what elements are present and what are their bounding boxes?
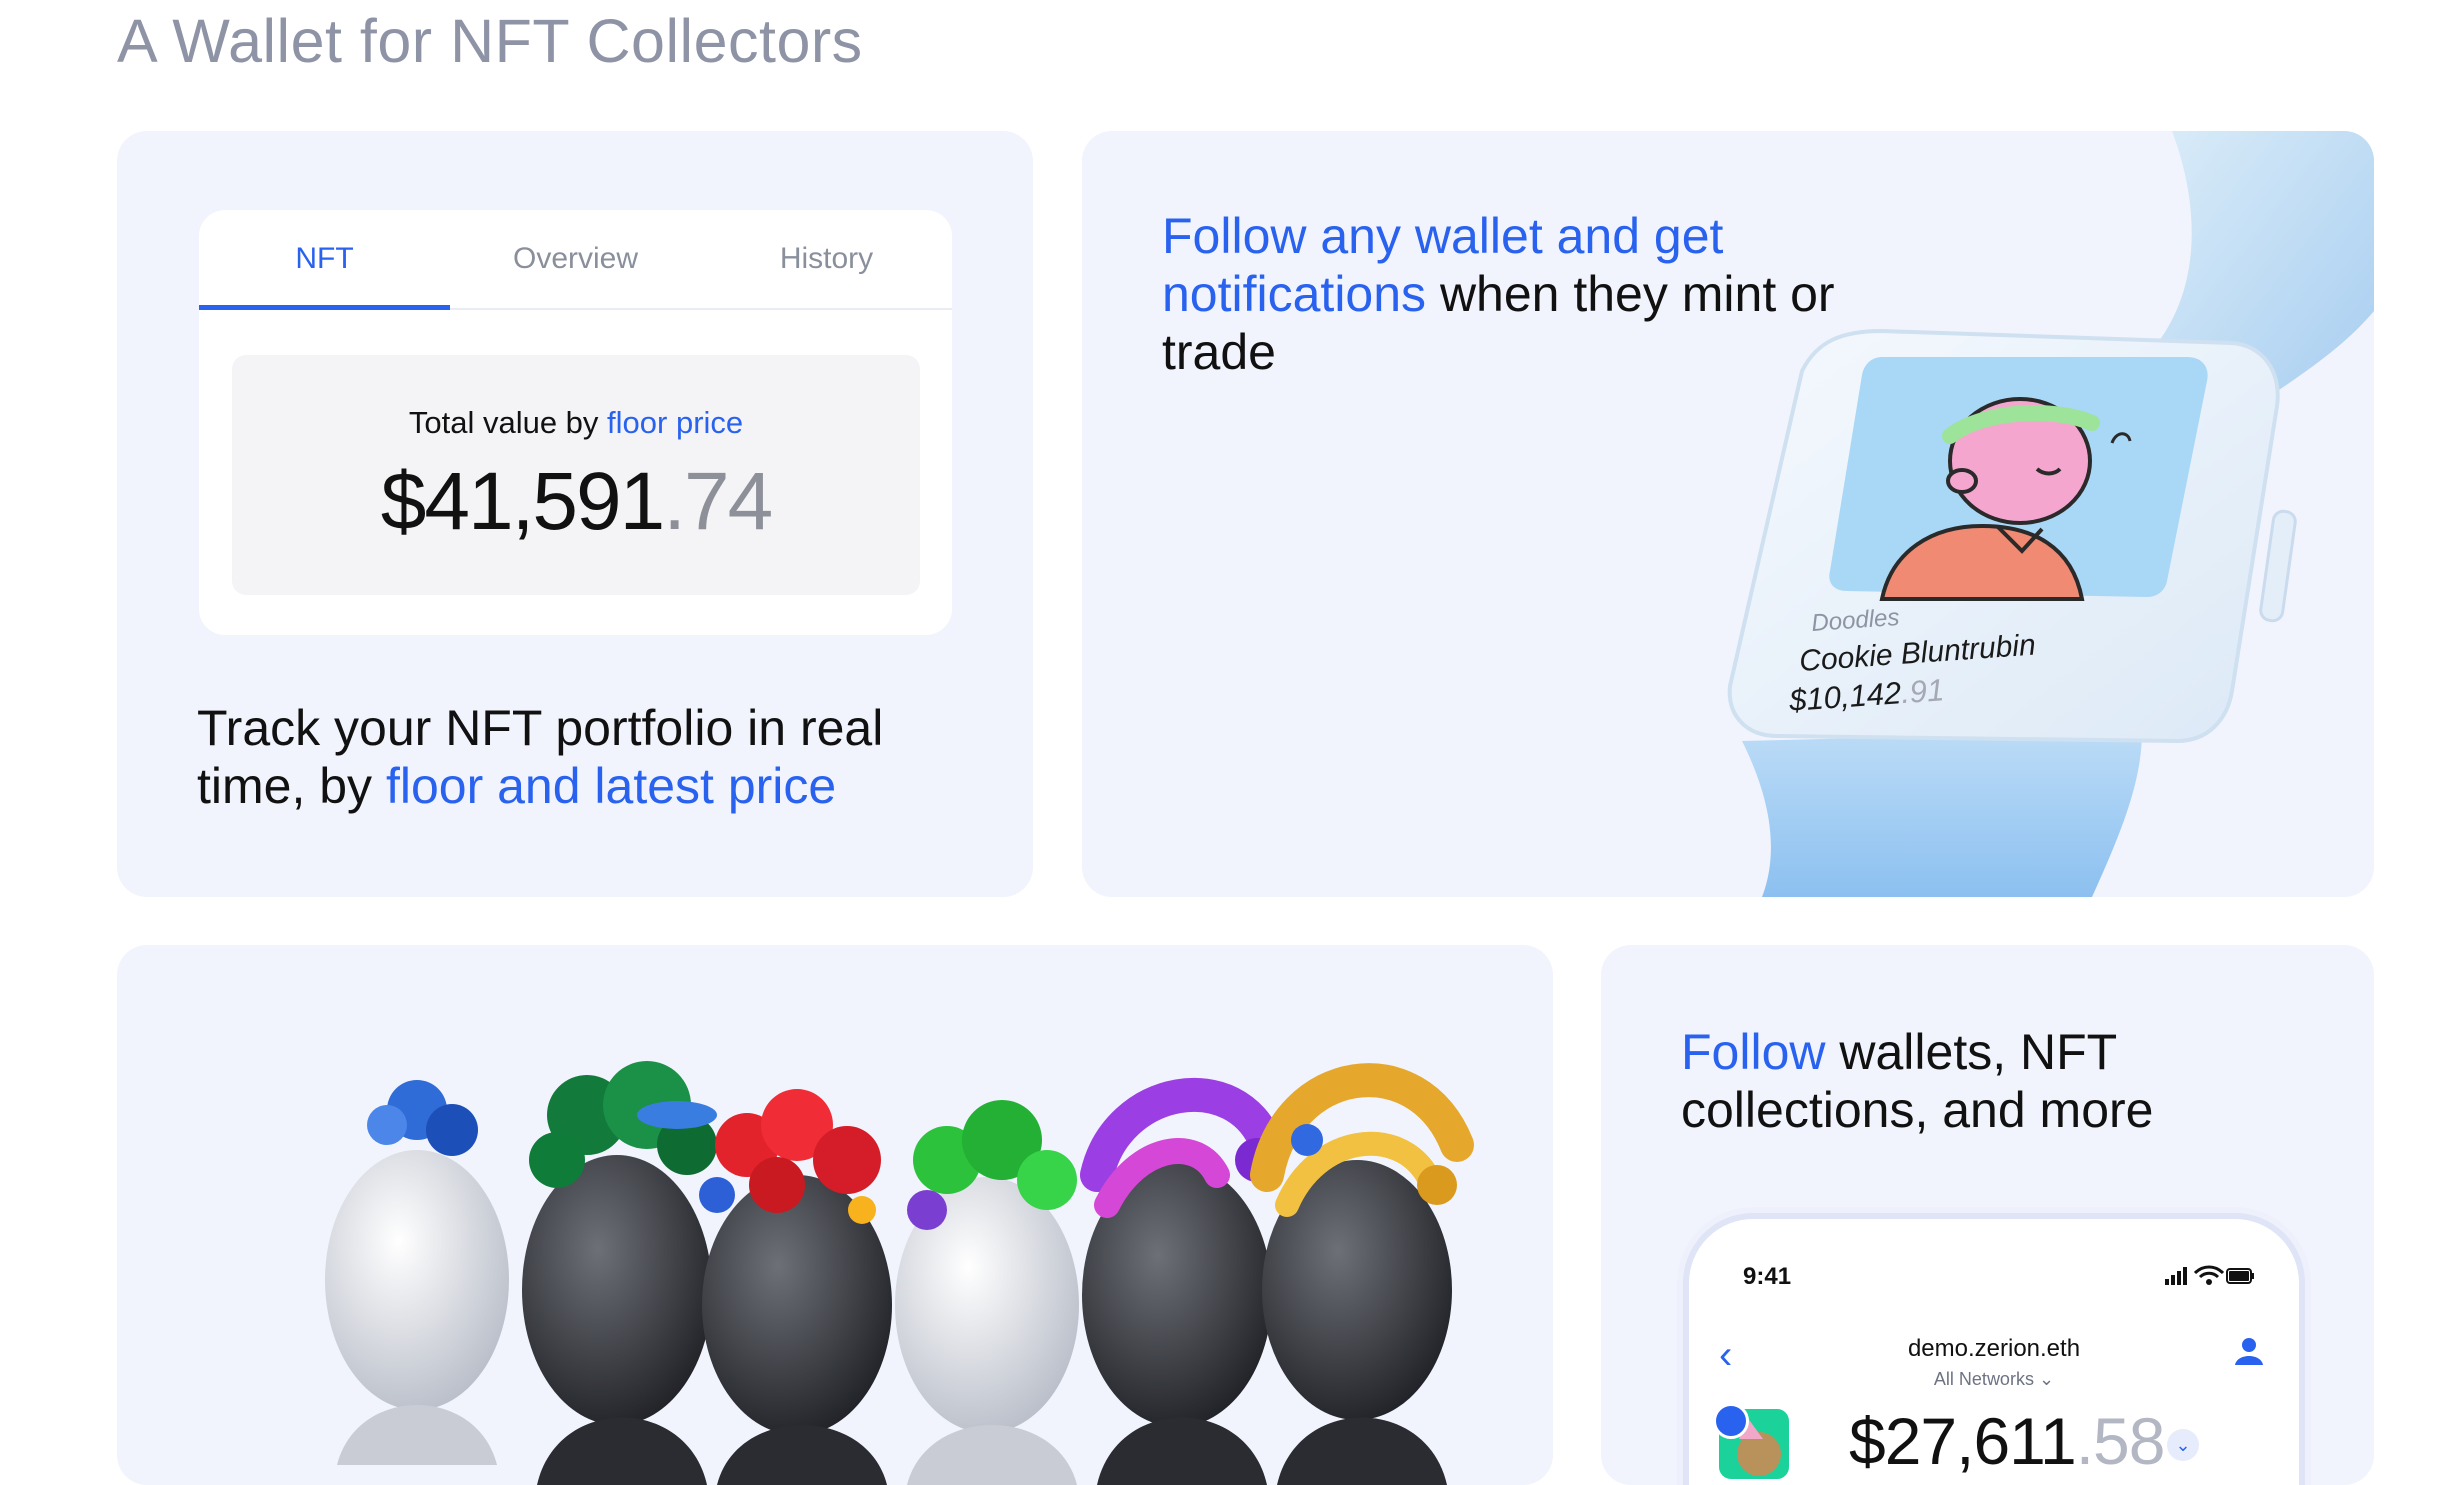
network-label: All Networks	[1933, 1369, 2034, 1389]
network-selector[interactable]: All Networks ⌄	[1689, 1369, 2299, 1390]
phone-mockup: 9:41 ‹ demo.zerion.eth All Networks ⌄ $2…	[1683, 1213, 2305, 1485]
follow-description-highlight: Follow	[1681, 1024, 1826, 1080]
verified-badge	[1713, 1403, 1749, 1439]
tab-bar: NFT Overview History	[199, 210, 952, 310]
nft-art-card	[117, 945, 1553, 1485]
notifications-description: Follow any wallet and get notifications …	[1162, 207, 1862, 381]
wallet-balance-whole: $27,611	[1849, 1404, 2077, 1478]
floor-price-link[interactable]: floor price	[607, 405, 743, 440]
follow-card: Follow wallets, NFT collections, and mor…	[1601, 945, 2374, 1485]
battery-icon	[2226, 1268, 2254, 1284]
portfolio-widget: NFT Overview History Total value by floo…	[199, 210, 952, 635]
wifi-icon	[2193, 1265, 2225, 1285]
total-value-box: Total value by floor price $41,591.74	[232, 355, 920, 595]
user-icon[interactable]	[2233, 1335, 2265, 1372]
portfolio-description: Track your NFT portfolio in real time, b…	[197, 699, 957, 815]
tab-history[interactable]: History	[701, 210, 952, 308]
total-value-amount: $41,591.74	[232, 455, 920, 549]
total-value-whole: $41,591	[380, 456, 665, 547]
section-title: A Wallet for NFT Collectors	[117, 7, 863, 75]
signal-icon	[2165, 1267, 2187, 1285]
portfolio-description-highlight: floor and latest price	[385, 758, 837, 814]
tab-nft[interactable]: NFT	[199, 210, 450, 310]
phone-time: 9:41	[1743, 1263, 1792, 1290]
wallet-balance-cents: .58	[2075, 1404, 2166, 1478]
balance-chevron-down-icon[interactable]: ⌄	[2167, 1429, 2199, 1461]
nft-heads-illustration	[325, 1061, 1474, 1485]
portfolio-card: NFT Overview History Total value by floo…	[117, 131, 1033, 897]
follow-description: Follow wallets, NFT collections, and mor…	[1681, 1023, 2331, 1139]
wallet-balance: $27,611.58	[1849, 1403, 2166, 1479]
total-value-cents: .74	[663, 456, 773, 547]
notifications-card: Doodles Cookie Bluntrubin $10,142.91 Fol…	[1082, 131, 2374, 897]
total-value-label-text: Total value by	[408, 405, 608, 440]
phone-status-bar	[2165, 1265, 2255, 1292]
tab-overview[interactable]: Overview	[450, 210, 701, 308]
wallet-address: demo.zerion.eth	[1907, 1335, 2081, 1362]
chevron-down-icon: ⌄	[2038, 1369, 2055, 1389]
total-value-label: Total value by floor price	[232, 405, 920, 441]
